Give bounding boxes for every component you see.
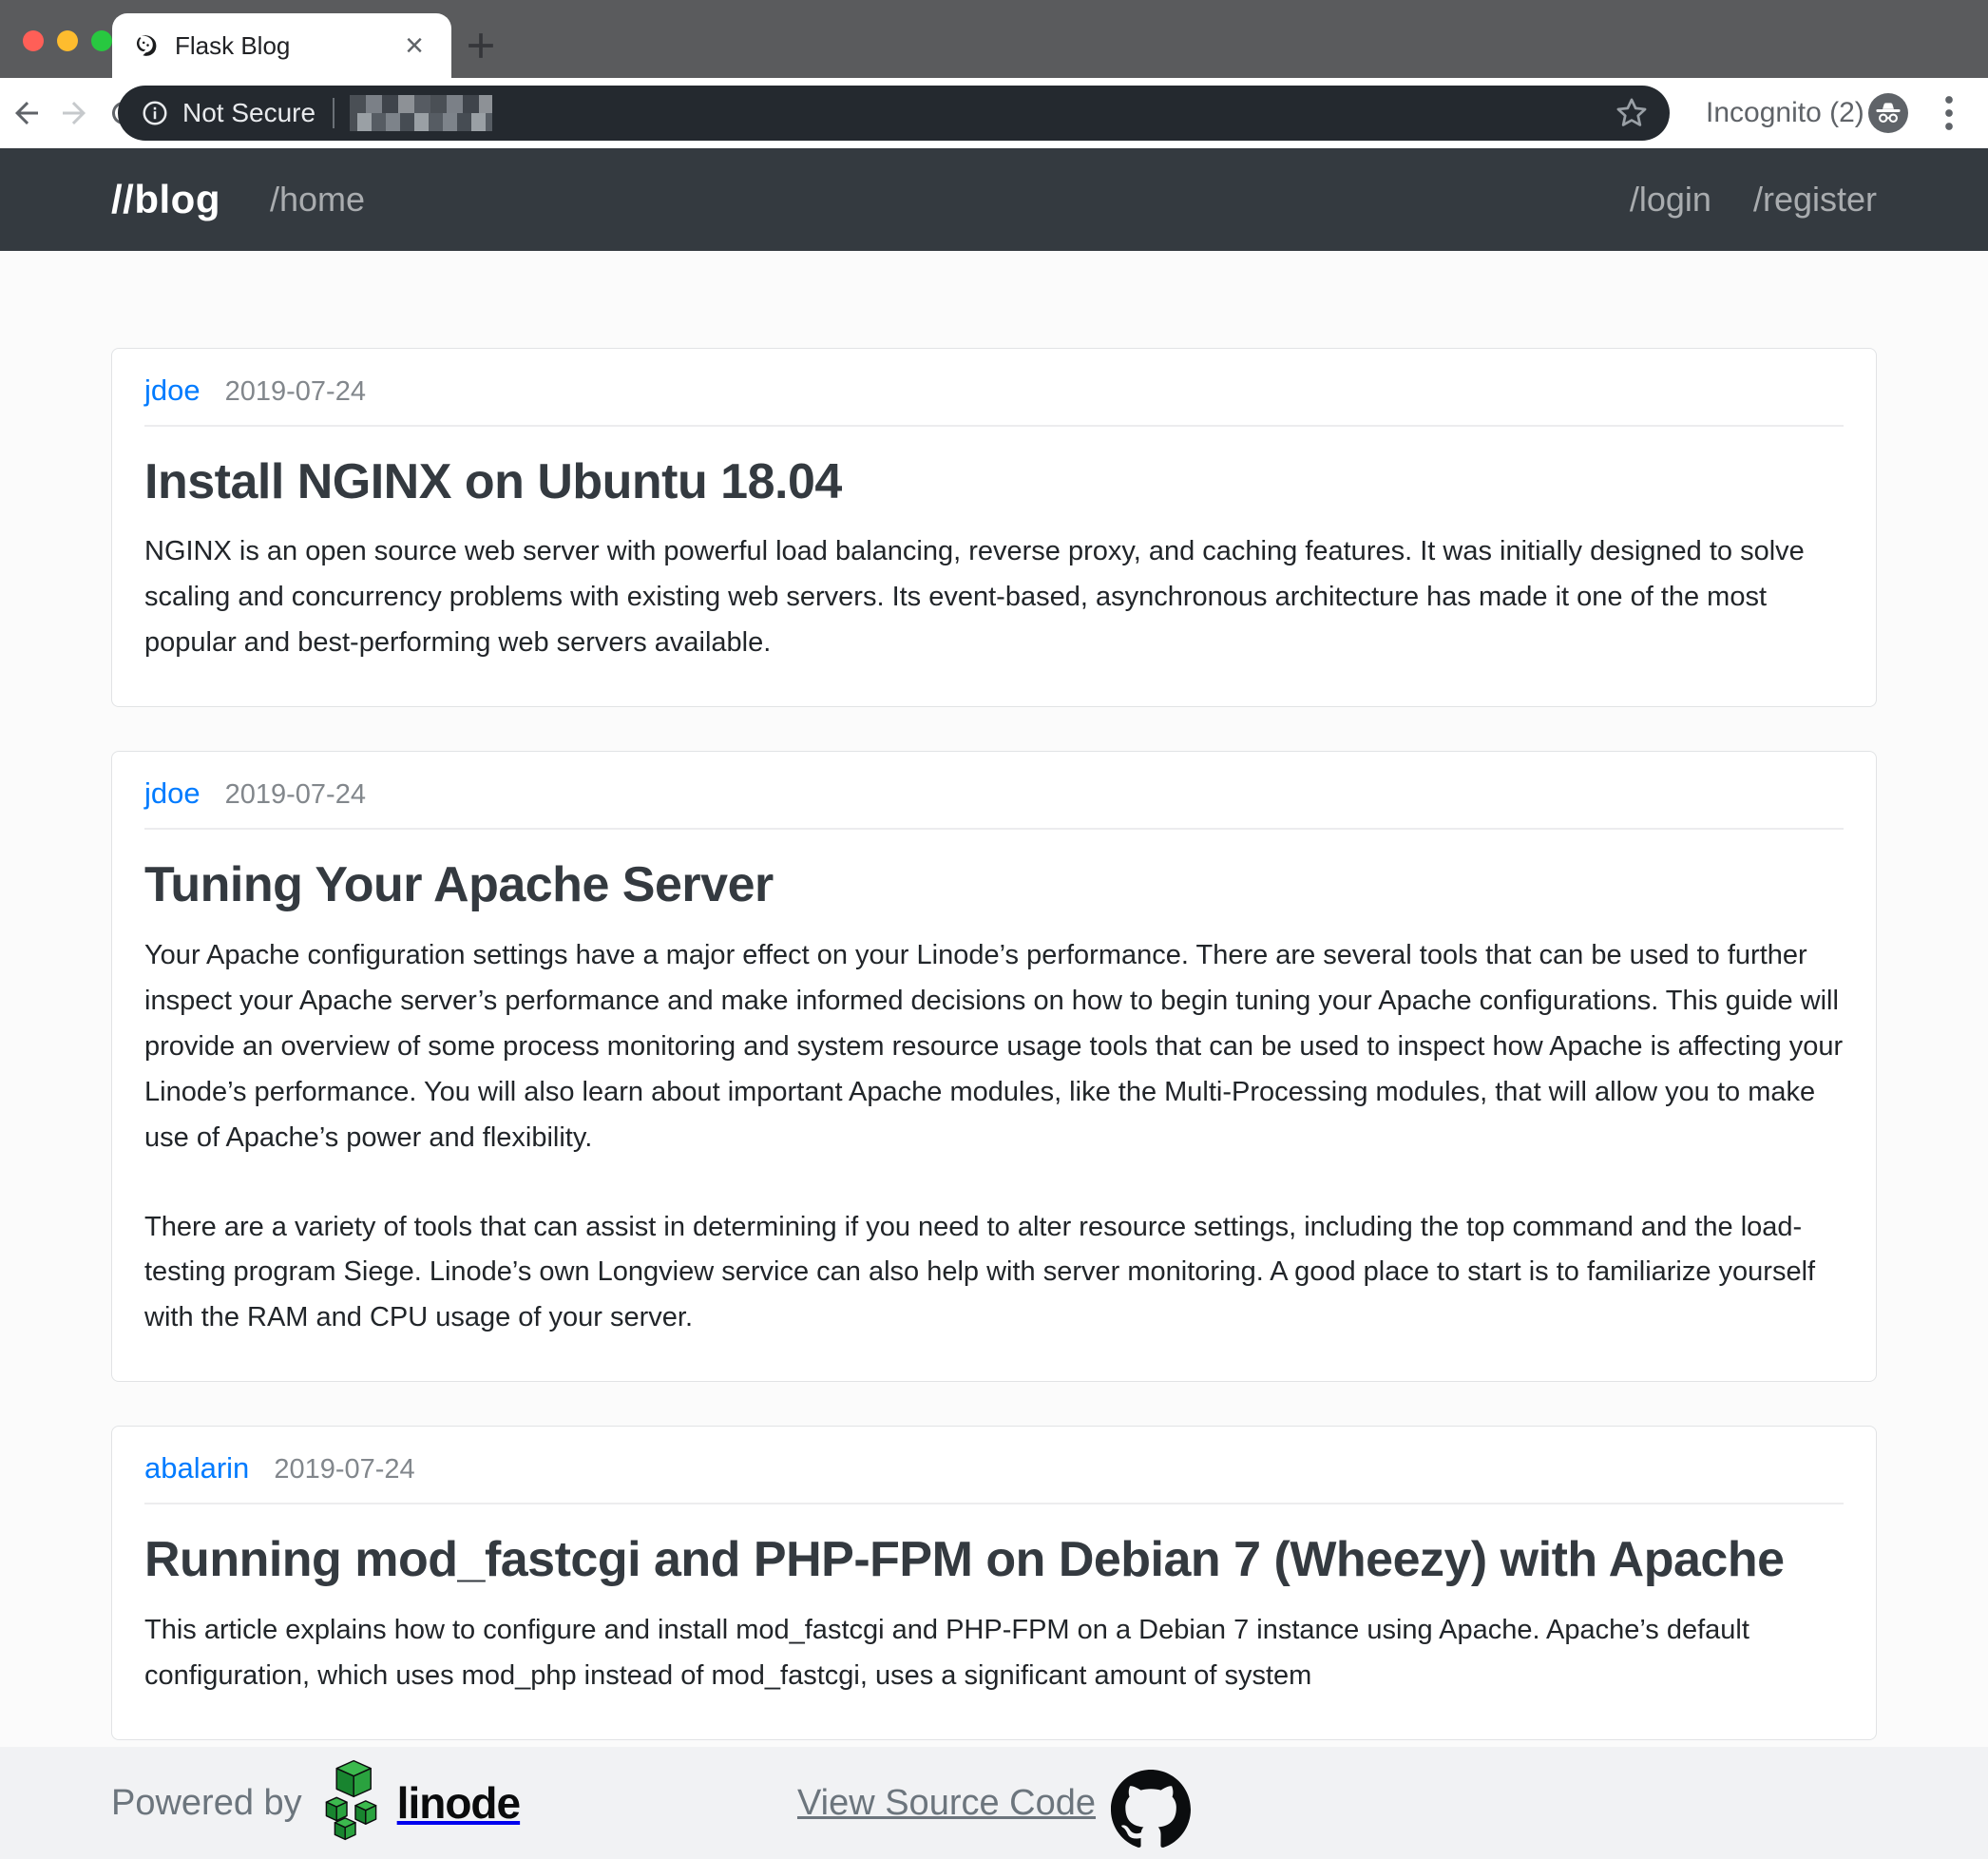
close-window-button[interactable]: [23, 30, 44, 51]
nav-links-left: /home: [270, 180, 365, 220]
omnibox-separator: [333, 98, 335, 128]
info-icon[interactable]: [141, 99, 169, 127]
browser-menu-icon[interactable]: [1939, 93, 1959, 133]
forward-icon[interactable]: [57, 96, 91, 130]
nav-link-register[interactable]: /register: [1753, 180, 1877, 220]
address-bar[interactable]: Not Secure: [118, 86, 1670, 141]
bookmark-star-icon[interactable]: [1615, 96, 1649, 130]
post-card: jdoe 2019-07-24 Install NGINX on Ubuntu …: [111, 348, 1877, 707]
linode-wordmark: linode: [397, 1777, 520, 1829]
nav-link-login[interactable]: /login: [1630, 180, 1711, 220]
minimize-window-button[interactable]: [57, 30, 78, 51]
window-controls: [23, 30, 112, 51]
post-date: 2019-07-24: [225, 376, 366, 408]
zoom-window-button[interactable]: [91, 30, 112, 51]
post-meta: jdoe 2019-07-24: [144, 374, 1844, 408]
post-title: Tuning Your Apache Server: [144, 856, 1844, 913]
post-author-link[interactable]: jdoe: [144, 776, 201, 811]
post-title: Running mod_fastcgi and PHP-FPM on Debia…: [144, 1531, 1844, 1588]
post-paragraph: This article explains how to configure a…: [144, 1608, 1844, 1699]
post-body: NGINX is an open source web server with …: [144, 529, 1844, 666]
post-paragraph: Your Apache configuration settings have …: [144, 933, 1844, 1161]
back-icon[interactable]: [10, 96, 44, 130]
post-card: abalarin 2019-07-24 Running mod_fastcgi …: [111, 1426, 1877, 1739]
powered-by-label: Powered by: [111, 1783, 302, 1824]
linode-cubes-icon: [321, 1758, 390, 1842]
post-meta-divider: [144, 828, 1844, 830]
post-meta-divider: [144, 425, 1844, 427]
post-body: This article explains how to configure a…: [144, 1608, 1844, 1699]
github-icon[interactable]: [1111, 1770, 1191, 1849]
post-date: 2019-07-24: [274, 1454, 414, 1485]
post-meta: abalarin 2019-07-24: [144, 1451, 1844, 1485]
site-navbar: //blog /home /login /register: [0, 148, 1988, 251]
post-author-link[interactable]: jdoe: [144, 374, 201, 408]
posts-list: jdoe 2019-07-24 Install NGINX on Ubuntu …: [0, 251, 1988, 1859]
post-body: Your Apache configuration settings have …: [144, 933, 1844, 1342]
linode-logo[interactable]: linode: [321, 1764, 520, 1842]
browser-tab[interactable]: Flask Blog ×: [112, 13, 451, 78]
redacted-url: [350, 95, 492, 131]
post-meta-divider: [144, 1503, 1844, 1504]
brand-link[interactable]: //blog: [111, 177, 220, 222]
incognito-icon: [1868, 93, 1908, 133]
post-author-link[interactable]: abalarin: [144, 1451, 249, 1485]
browser-toolbar: Not Secure Incognito (2): [0, 78, 1988, 148]
incognito-label: Incognito (2): [1706, 78, 1864, 148]
view-source-link[interactable]: View Source Code: [797, 1783, 1096, 1824]
post-paragraph: NGINX is an open source web server with …: [144, 529, 1844, 666]
nav-links-right: /login /register: [1630, 180, 1877, 220]
nav-link-home[interactable]: /home: [270, 180, 365, 220]
post-title: Install NGINX on Ubuntu 18.04: [144, 453, 1844, 510]
not-secure-label: Not Secure: [182, 98, 315, 128]
close-tab-icon[interactable]: ×: [398, 29, 430, 62]
post-meta: jdoe 2019-07-24: [144, 776, 1844, 811]
browser-titlebar: Flask Blog ×: [0, 0, 1988, 78]
tab-title: Flask Blog: [175, 31, 398, 61]
flask-favicon-icon: [133, 32, 160, 59]
powered-by-group: Powered by linode: [111, 1747, 520, 1859]
new-tab-icon[interactable]: [460, 25, 502, 67]
page-footer: Powered by linode: [0, 1747, 1988, 1859]
post-date: 2019-07-24: [225, 779, 366, 811]
view-source-group: View Source Code: [797, 1747, 1191, 1859]
post-paragraph: There are a variety of tools that can as…: [144, 1205, 1844, 1342]
post-card: jdoe 2019-07-24 Tuning Your Apache Serve…: [111, 751, 1877, 1382]
